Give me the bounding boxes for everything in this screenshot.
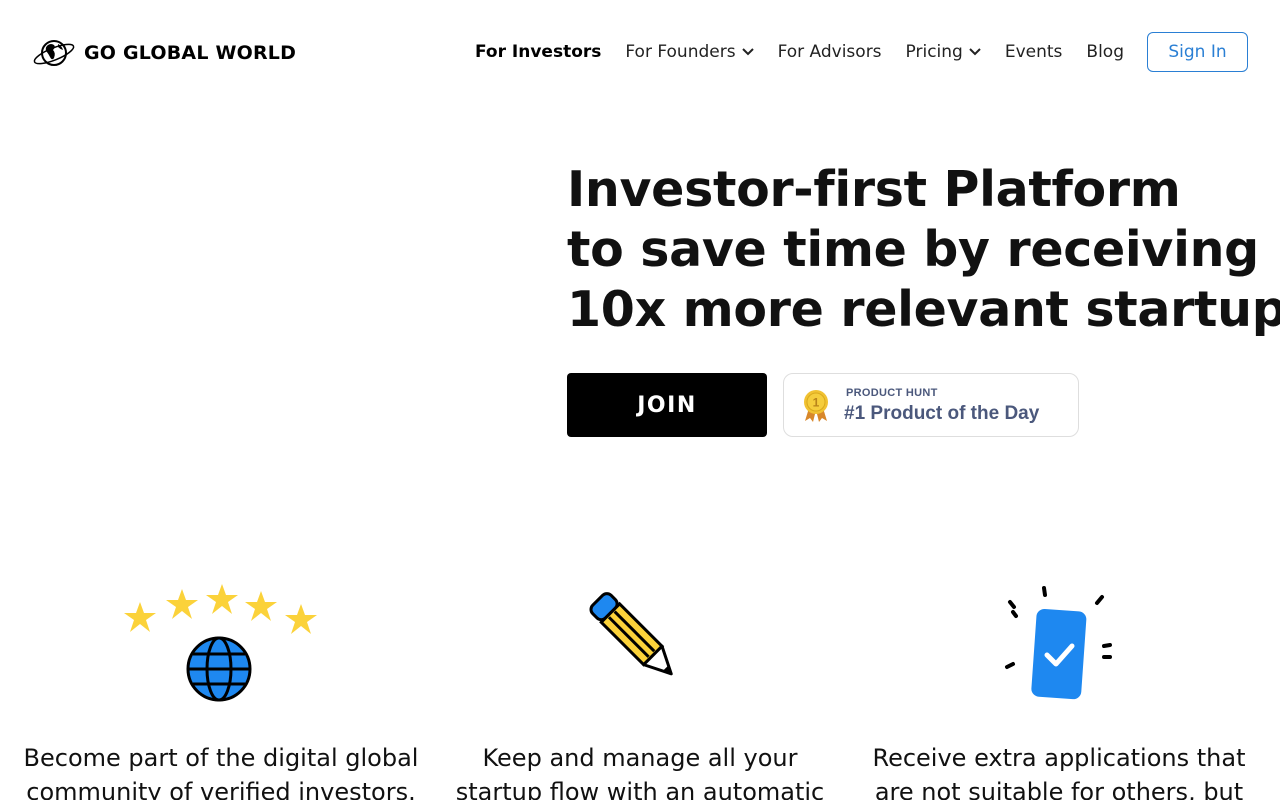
feature-line: are not suitable for others, but [874, 778, 1244, 800]
hero-title-line: to save time by receiving [567, 221, 1259, 278]
hero-title-line: Investor-first Platform [567, 161, 1181, 218]
nav-blog[interactable]: Blog [1086, 42, 1124, 62]
nav-label: For Investors [475, 42, 602, 62]
nav-for-investors[interactable]: For Investors [475, 42, 601, 62]
feature-line: community of verified investors. [26, 778, 416, 800]
nav-label: For Advisors [777, 42, 882, 62]
phone-check-icon [1005, 586, 1112, 700]
product-hunt-caption: PRODUCT HUNT [846, 387, 938, 399]
globe-logo-icon [33, 40, 75, 66]
chevron-down-icon [741, 48, 754, 56]
stars-globe-icon [124, 584, 317, 702]
nav-for-advisors[interactable]: For Advisors [778, 42, 882, 62]
medal-number: 1 [813, 396, 820, 410]
nav-label: Events [1004, 42, 1063, 62]
brand-name: GO GLOBAL WORLD [84, 42, 297, 64]
feature-text-applications: Receive extra applications that are not … [859, 741, 1259, 800]
product-hunt-badge[interactable]: 1 PRODUCT HUNT #1 Product of the Day [783, 373, 1079, 437]
pencil-icon [589, 592, 673, 676]
nav-events[interactable]: Events [1005, 42, 1063, 62]
sign-in-button[interactable]: Sign In [1147, 32, 1248, 72]
feature-line: Become part of the digital global [23, 744, 419, 772]
nav-for-founders[interactable]: For Founders [625, 42, 754, 62]
join-button[interactable]: JOIN [567, 373, 767, 437]
feature-line: startup flow with an automatic [455, 778, 825, 800]
hero-title: Investor-first Platform to save time by … [567, 160, 1280, 340]
hero-title-line: 10x more relevant startups [567, 281, 1280, 338]
site-header: GO GLOBAL WORLD For Investors For Founde… [0, 0, 1280, 104]
nav-label: For Founders [625, 42, 736, 62]
feature-line: Keep and manage all your [482, 744, 798, 772]
nav-pricing[interactable]: Pricing [906, 42, 981, 62]
nav-label: Pricing [905, 42, 963, 62]
product-hunt-headline: #1 Product of the Day [844, 403, 1040, 424]
chevron-down-icon [969, 48, 981, 56]
medal-icon: 1 [804, 390, 828, 422]
main-nav: For Investors For Founders For Advisors … [475, 40, 1124, 64]
feature-line: Receive extra applications that [872, 744, 1246, 772]
nav-label: Blog [1086, 42, 1124, 62]
feature-text-community: Become part of the digital global commun… [21, 741, 421, 800]
brand-logo[interactable]: GO GLOBAL WORLD [32, 36, 296, 70]
feature-text-manage: Keep and manage all your startup flow wi… [440, 741, 840, 800]
